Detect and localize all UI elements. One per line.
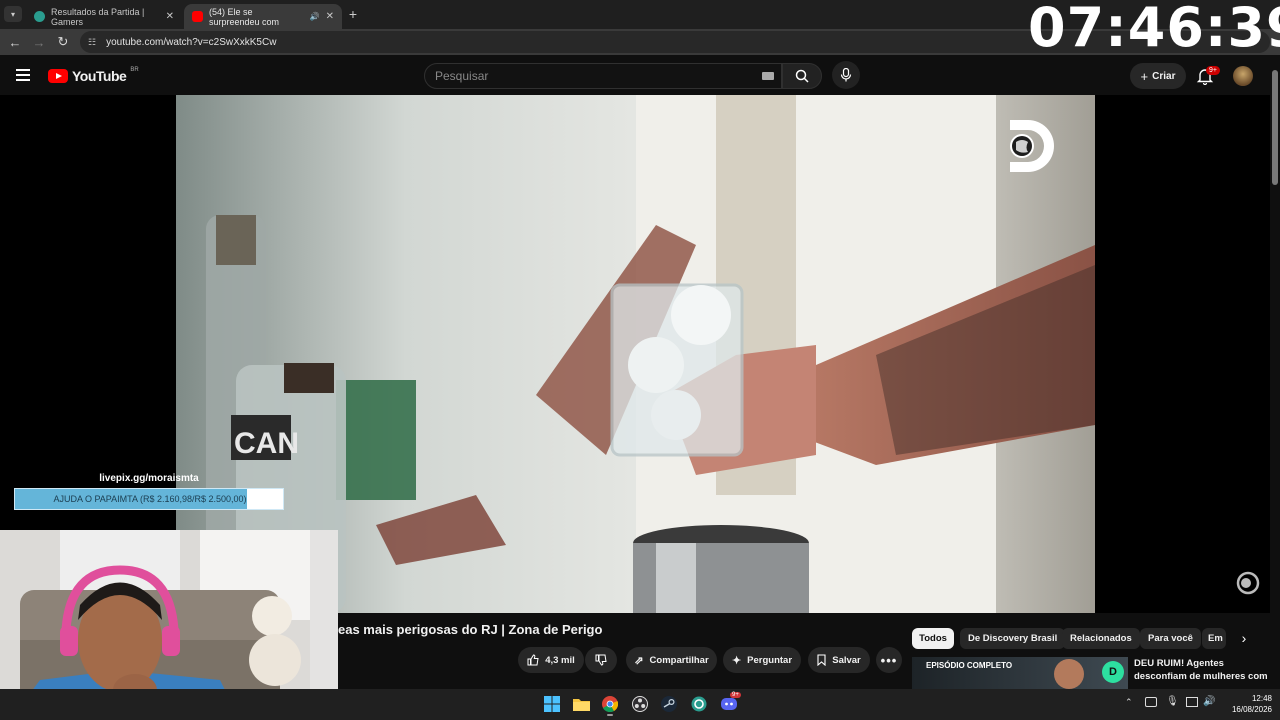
chrome-active-indicator <box>607 714 613 716</box>
save-label: Salvar <box>832 654 861 666</box>
discord-badge: 9+ <box>730 692 741 698</box>
donation-goal-bar: AJUDA O PAPAIMTA (R$ 2.160,98/R$ 2.500,0… <box>14 488 284 510</box>
gamersclub-icon[interactable] <box>689 694 709 714</box>
video-title: eas mais perigosas do RJ | Zona de Perig… <box>338 622 603 637</box>
recommended-video-thumbnail[interactable]: EPISÓDIO COMPLETO D <box>912 657 1128 689</box>
voice-search-button[interactable] <box>832 61 860 89</box>
dislike-button[interactable] <box>585 647 617 673</box>
file-explorer-icon[interactable] <box>571 694 591 714</box>
new-tab-button[interactable]: + <box>344 5 362 23</box>
site-info-icon[interactable]: ☷ <box>88 37 96 48</box>
logo-text: YouTube <box>72 68 127 84</box>
windows-start-icon[interactable] <box>542 694 562 714</box>
thumbs-down-icon <box>595 654 607 666</box>
rec-title-line-1: DEU RUIM! Agentes <box>1134 658 1224 669</box>
donation-goal-text: AJUDA O PAPAIMTA (R$ 2.160,98/R$ 2.500,0… <box>53 494 247 504</box>
system-clock[interactable]: 12:48 16/08/2026 <box>1222 693 1272 715</box>
keyboard-icon[interactable] <box>762 72 774 80</box>
livepix-url: livepix.gg/moraismta <box>99 473 199 484</box>
recommended-video-title[interactable]: DEU RUIM! Agentes desconfiam de mulheres… <box>1134 657 1270 683</box>
microphone-tray-icon[interactable]: 🎙 <box>1166 696 1179 707</box>
channel-watermark-icon[interactable] <box>1236 571 1260 595</box>
network-icon[interactable] <box>1186 697 1198 707</box>
ask-button[interactable]: ✦ Perguntar <box>723 647 801 673</box>
steam-icon[interactable] <box>659 694 679 714</box>
sparkle-icon: ✦ <box>731 654 742 667</box>
tab-label: (54) Ele se surpreendeu com <box>209 6 280 27</box>
system-time: 12:48 <box>1251 694 1272 703</box>
discovery-channel-logo <box>1010 120 1054 172</box>
logo-country-code: BR <box>130 67 139 73</box>
tray-chevron-up-icon[interactable]: ⌃ <box>1125 697 1133 708</box>
share-label: Compartilhar <box>649 654 709 666</box>
account-avatar[interactable] <box>1233 66 1253 86</box>
thumbs-up-icon <box>527 654 539 666</box>
system-date: 16/08/2026 <box>1231 705 1272 714</box>
chip-relacionados[interactable]: Relacionados <box>1062 628 1140 649</box>
save-button[interactable]: Salvar <box>808 647 870 673</box>
obs-icon[interactable] <box>630 694 650 714</box>
share-button[interactable]: ⇗ Compartilhar <box>626 647 717 673</box>
chip-de-discovery-brasil[interactable]: De Discovery Brasil <box>960 628 1066 649</box>
volume-icon[interactable]: 🔊 <box>1203 696 1215 707</box>
create-label: Criar <box>1152 70 1176 82</box>
bookmark-icon <box>817 654 826 666</box>
rec-title-line-2: desconfiam de mulheres com <box>1134 671 1268 682</box>
like-count: 4,3 mil <box>545 654 575 666</box>
chevron-right-icon[interactable]: › <box>1236 630 1252 648</box>
more-dots-icon: ••• <box>880 652 898 668</box>
more-actions-button[interactable]: ••• <box>876 647 902 673</box>
back-arrow-icon[interactable]: ← <box>3 29 27 55</box>
thumbnail-face <box>1054 659 1084 689</box>
tab-close-icon[interactable]: ✕ <box>326 11 334 22</box>
chrome-icon[interactable] <box>600 694 620 714</box>
episode-badge: EPISÓDIO COMPLETO <box>926 661 1013 670</box>
youtube-logo[interactable]: YouTube BR <box>48 67 139 84</box>
bottle-label-text: CAN <box>234 427 299 460</box>
like-button[interactable]: 4,3 mil <box>518 647 584 673</box>
tab-resultados[interactable]: Resultados da Partida | Gamers ✕ <box>26 4 182 29</box>
share-arrow-icon: ⇗ <box>634 654 644 667</box>
search-icon <box>795 69 809 83</box>
chip-para-voce[interactable]: Para você <box>1140 628 1201 649</box>
microphone-icon <box>840 68 852 82</box>
chip-todos[interactable]: Todos <box>912 628 954 649</box>
notification-count-badge: 9+ <box>1206 66 1220 75</box>
youtube-play-icon <box>48 69 68 83</box>
search-input[interactable]: Pesquisar <box>424 63 782 89</box>
create-button[interactable]: + Criar <box>1130 63 1186 89</box>
ask-label: Perguntar <box>747 654 793 666</box>
channel-logo-icon: D <box>1102 661 1124 683</box>
plus-icon: + <box>1140 68 1149 84</box>
forward-arrow-icon[interactable]: → <box>27 29 51 55</box>
tray-app-icon[interactable] <box>1145 697 1157 707</box>
gamers-favicon-icon <box>34 11 45 22</box>
stream-clock-overlay: 07:46:39 <box>1028 0 1280 59</box>
youtube-header: YouTube BR Pesquisar + Criar 9+ <box>0 57 1270 95</box>
tab-label: Resultados da Partida | Gamers <box>51 6 145 27</box>
reload-icon[interactable]: ↻ <box>51 29 75 55</box>
hamburger-menu-icon[interactable] <box>16 69 30 81</box>
speaker-icon[interactable]: 🔊 <box>310 12 320 21</box>
page-scrollbar-thumb[interactable] <box>1272 70 1278 185</box>
tab-youtube-video[interactable]: (54) Ele se surpreendeu com 🔊 ✕ <box>184 4 342 29</box>
tab-close-icon[interactable]: ✕ <box>166 11 174 22</box>
url-text: youtube.com/watch?v=c2SwXxkK5Cw <box>106 36 277 48</box>
chip-em[interactable]: Em <box>1202 628 1226 649</box>
tab-search-chevron-icon[interactable]: ▾ <box>4 6 22 22</box>
youtube-favicon-icon <box>192 11 203 22</box>
search-button[interactable] <box>782 63 822 89</box>
